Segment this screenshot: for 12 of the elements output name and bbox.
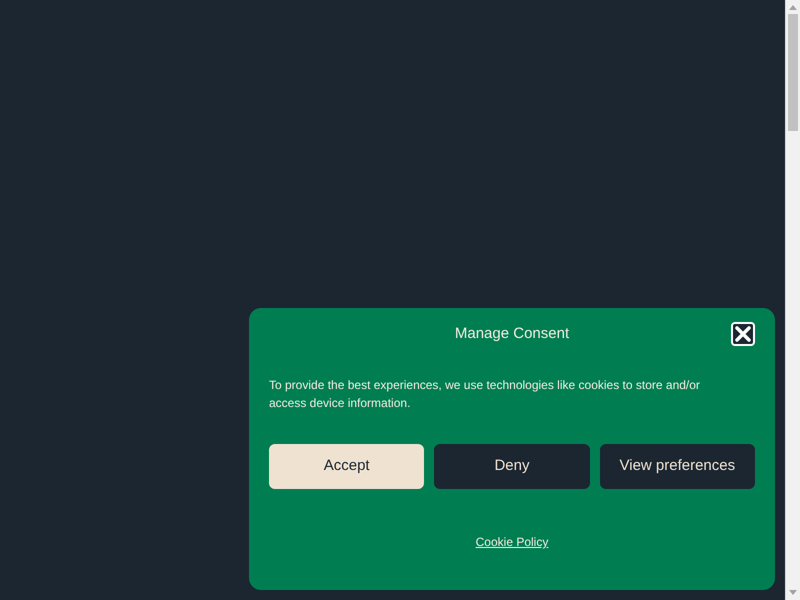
scroll-up-icon[interactable] [789,5,797,10]
scrollbar-thumb[interactable] [788,14,798,131]
accept-button[interactable]: Accept [269,444,424,489]
close-icon [735,326,751,342]
cookie-policy-link[interactable]: Cookie Policy [476,533,548,551]
deny-button[interactable]: Deny [434,444,590,489]
consent-message: To provide the best experiences, we use technologies like cookies to store and/or access device information. [269,377,701,412]
scrollbar[interactable] [785,0,800,600]
dialog-title: Manage Consent [454,324,570,344]
scroll-down-icon[interactable] [789,590,797,595]
close-button[interactable] [731,322,755,346]
preferences-button[interactable]: View preferences [600,444,755,489]
